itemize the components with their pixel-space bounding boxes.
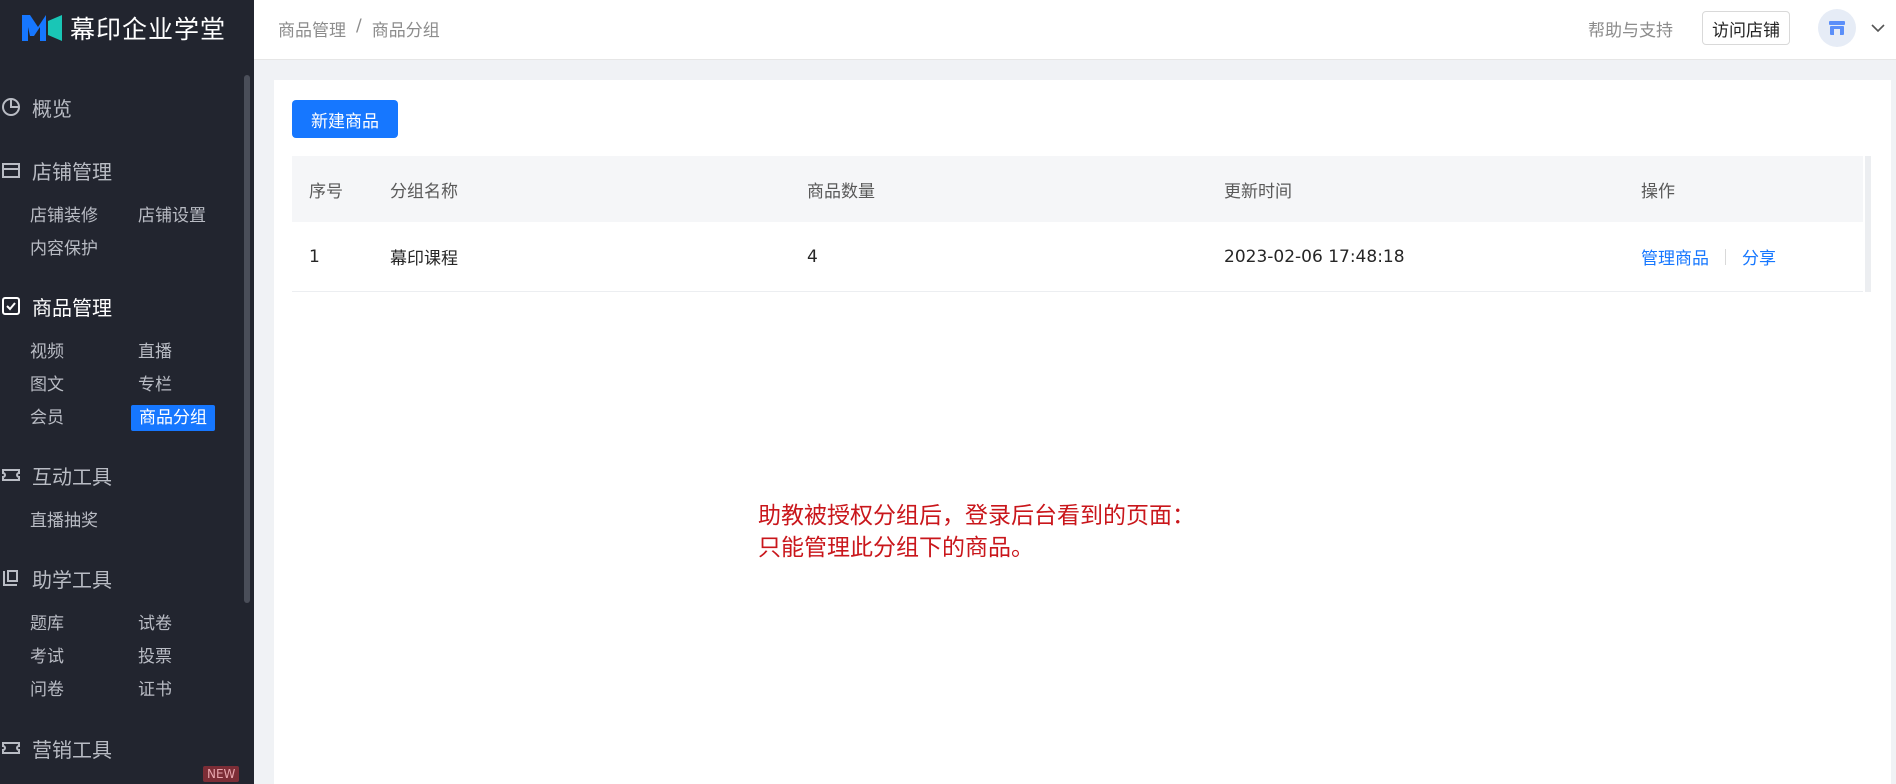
- product-group-table: 序号 分组名称 商品数量 更新时间 操作 1 幕印课程 4 2023-02-06…: [292, 156, 1871, 292]
- sidebar-item-exam-paper[interactable]: 试卷: [138, 611, 172, 637]
- table-header: 序号 分组名称 商品数量 更新时间 操作: [292, 156, 1863, 222]
- sidebar-item-shop-settings[interactable]: 店铺设置: [138, 203, 206, 229]
- new-product-button[interactable]: 新建商品: [292, 100, 398, 138]
- sidebar-item-live[interactable]: 直播: [138, 339, 172, 365]
- nav-product-management-label: 商品管理: [32, 295, 112, 320]
- app-logo[interactable]: 幕印企业学堂: [20, 8, 226, 48]
- ticket-icon: [2, 469, 20, 481]
- column-header-group-name: 分组名称: [390, 181, 458, 202]
- sidebar-item-certificate[interactable]: 证书: [138, 677, 172, 703]
- app-name: 幕印企业学堂: [70, 15, 227, 44]
- breadcrumb-item-product-groups: 商品分组: [371, 21, 440, 41]
- breadcrumb-separator: /: [356, 16, 362, 36]
- main-content-card: 新建商品 序号 分组名称 商品数量 更新时间 操作 1 幕印课程 4 2023-…: [274, 80, 1891, 784]
- nav-marketing-tools-label: 营销工具: [32, 737, 112, 762]
- nav-interactive-tools-label: 互动工具: [32, 464, 112, 489]
- chevron-down-icon[interactable]: [1870, 20, 1886, 36]
- annotation-line-1: 助教被授权分组后，登录后台看到的页面：: [758, 503, 1195, 529]
- sidebar-item-column[interactable]: 专栏: [138, 372, 172, 398]
- store-avatar-icon: [1829, 21, 1845, 35]
- logo-mark-icon: [22, 15, 62, 41]
- table-scrollbar[interactable]: [1865, 156, 1871, 292]
- nav-shop-management[interactable]: 店铺管理: [0, 155, 112, 185]
- row-actions: 管理商品 分享: [1641, 222, 1776, 291]
- nav-marketing-tools[interactable]: 营销工具: [0, 733, 112, 763]
- sidebar-item-live-lottery[interactable]: 直播抽奖: [30, 508, 98, 534]
- row-product-count: 4: [807, 246, 818, 267]
- nav-interactive-tools[interactable]: 互动工具: [0, 460, 112, 490]
- breadcrumb: 商品管理 / 商品分组: [278, 16, 440, 41]
- column-header-actions: 操作: [1641, 181, 1675, 202]
- row-updated-time: 2023-02-06 17:48:18: [1224, 246, 1405, 267]
- nav-study-tools-label: 助学工具: [32, 567, 112, 592]
- help-support-link[interactable]: 帮助与支持: [1588, 16, 1673, 41]
- sidebar-item-content-protection[interactable]: 内容保护: [30, 236, 98, 262]
- sidebar: 幕印企业学堂 概览 店铺管理 店铺装修 店铺设置 内容保护 商品管理 视频 直播…: [0, 0, 254, 784]
- sidebar-item-article[interactable]: 图文: [30, 372, 64, 398]
- book-icon: [3, 570, 18, 586]
- sidebar-item-shop-decoration[interactable]: 店铺装修: [30, 203, 98, 229]
- sidebar-item-questionnaire[interactable]: 问卷: [30, 677, 64, 703]
- sidebar-item-video[interactable]: 视频: [30, 339, 64, 365]
- column-header-index: 序号: [309, 181, 343, 202]
- sidebar-item-product-groups[interactable]: 商品分组: [131, 405, 215, 431]
- column-header-product-count: 商品数量: [807, 181, 875, 202]
- shop-icon: [2, 163, 20, 178]
- table-row: 1 幕印课程 4 2023-02-06 17:48:18 管理商品 分享: [292, 222, 1863, 292]
- annotation-note: 助教被授权分组后，登录后台看到的页面： 只能管理此分组下的商品。: [758, 500, 1195, 564]
- top-header: 商品管理 / 商品分组 帮助与支持 访问店铺: [254, 0, 1896, 60]
- sidebar-item-exam[interactable]: 考试: [30, 644, 64, 670]
- nav-shop-management-label: 店铺管理: [32, 159, 112, 184]
- breadcrumb-item-product-management[interactable]: 商品管理: [278, 16, 346, 41]
- avatar[interactable]: [1818, 9, 1856, 47]
- row-group-name: 幕印课程: [390, 249, 458, 269]
- coupon-icon: [2, 742, 20, 754]
- visit-store-button[interactable]: 访问店铺: [1702, 11, 1790, 45]
- sidebar-item-question-bank[interactable]: 题库: [30, 611, 64, 637]
- sidebar-scrollbar[interactable]: [244, 75, 250, 603]
- nav-product-management[interactable]: 商品管理: [0, 291, 112, 321]
- annotation-line-2: 只能管理此分组下的商品。: [758, 535, 1034, 561]
- sidebar-item-vote[interactable]: 投票: [138, 644, 172, 670]
- row-index: 1: [309, 246, 320, 267]
- nav-study-tools[interactable]: 助学工具: [0, 563, 112, 593]
- manage-products-link[interactable]: 管理商品: [1641, 244, 1709, 269]
- checklist-icon: [2, 297, 20, 315]
- pie-chart-icon: [2, 98, 20, 116]
- nav-overview[interactable]: 概览: [0, 92, 72, 122]
- share-link[interactable]: 分享: [1742, 244, 1776, 269]
- action-divider: [1725, 248, 1726, 265]
- nav-overview-label: 概览: [32, 96, 72, 121]
- sidebar-item-membership[interactable]: 会员: [30, 405, 64, 431]
- column-header-updated-time: 更新时间: [1224, 181, 1292, 202]
- new-badge: NEW: [203, 766, 240, 782]
